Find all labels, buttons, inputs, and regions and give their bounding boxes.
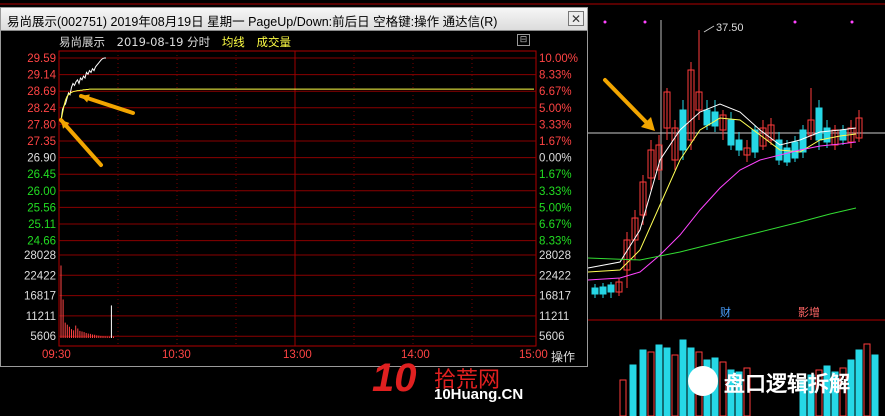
candle-body bbox=[703, 109, 711, 126]
candle-body bbox=[735, 139, 743, 151]
chart-frame bbox=[58, 50, 537, 347]
candle-body bbox=[815, 107, 823, 141]
price-tick-label: 28.24 bbox=[27, 103, 56, 115]
time-tick-label: 09:30 bbox=[42, 349, 71, 360]
price-tick-label: 28.69 bbox=[27, 86, 56, 98]
price-tick-label: 29.14 bbox=[27, 70, 56, 82]
time-tick-label: 10:30 bbox=[162, 349, 191, 360]
candle-body bbox=[591, 287, 599, 295]
candle-body bbox=[727, 119, 735, 146]
high-price-label: 37.50 bbox=[716, 22, 744, 34]
wechat-account-name: 盘口逻辑拆解 bbox=[724, 372, 850, 396]
candle-body bbox=[607, 284, 615, 293]
price-tick-label: 24.66 bbox=[27, 236, 56, 248]
candle-body bbox=[599, 286, 607, 295]
percent-tick-label: 1.67% bbox=[539, 169, 572, 181]
volume-tick-label: 16817 bbox=[24, 291, 56, 303]
average-line bbox=[60, 88, 534, 121]
volume-tick-label: 28028 bbox=[24, 250, 56, 262]
background-volume-bar bbox=[629, 364, 637, 416]
percent-tick-label: 8.33% bbox=[539, 236, 572, 248]
event-marker-dot bbox=[643, 20, 647, 24]
percent-tick-label: 1.67% bbox=[539, 136, 572, 148]
moving-average-line-4 bbox=[587, 207, 857, 261]
percent-tick-label: 0.00% bbox=[539, 153, 572, 165]
background-volume-bar bbox=[679, 339, 687, 416]
price-tick-label: 26.90 bbox=[27, 153, 56, 165]
intraday-popup-window[interactable]: 易尚展示(002751) 2019年08月19日 星期一 PageUp/Down… bbox=[0, 7, 588, 367]
wechat-icon bbox=[688, 366, 718, 396]
background-volume-bar bbox=[855, 349, 863, 416]
percent-tick-label: 10.00% bbox=[539, 53, 578, 65]
candle-body bbox=[711, 111, 719, 127]
percent-tick-label: 5.00% bbox=[539, 103, 572, 115]
percent-tick-label: 6.67% bbox=[539, 86, 572, 98]
intraday-chart[interactable]: 29.59 10.00% 29.14 8.33% 28.69 6.67% 28.24 5.00… bbox=[1, 8, 587, 360]
background-volume-bar bbox=[863, 343, 871, 416]
high-price-pointer bbox=[703, 25, 715, 33]
price-tick-label: 27.35 bbox=[27, 136, 56, 148]
percent-tick-label: 6.67% bbox=[539, 219, 572, 231]
event-marker-dot bbox=[850, 20, 854, 24]
site-logo-number: 10 bbox=[372, 356, 417, 400]
background-volume-bar bbox=[639, 349, 647, 416]
price-tick-label: 27.80 bbox=[27, 119, 56, 131]
volume-tick-label: 11211 bbox=[26, 311, 56, 323]
volume-tick-label-right: 5606 bbox=[539, 331, 565, 343]
background-volume-bar bbox=[655, 344, 663, 416]
price-tick-label: 25.11 bbox=[28, 219, 56, 231]
event-marker-dot bbox=[603, 20, 607, 24]
volume-tick-label-right: 22422 bbox=[539, 270, 571, 282]
background-volume-bar bbox=[663, 347, 671, 416]
financial-badge[interactable]: 财 bbox=[720, 304, 731, 320]
site-url: 10Huang.CN bbox=[434, 386, 524, 403]
background-volume-bar bbox=[871, 354, 879, 416]
event-marker-dot bbox=[793, 20, 797, 24]
candle-body bbox=[679, 109, 687, 151]
annotation-arrow-shaft bbox=[603, 78, 650, 126]
percent-tick-label: 3.33% bbox=[539, 186, 572, 198]
time-tick-label: 13:00 bbox=[283, 349, 312, 360]
background-volume-bar bbox=[619, 379, 627, 416]
percent-tick-label: 5.00% bbox=[539, 202, 572, 214]
price-tick-label: 25.56 bbox=[27, 202, 56, 214]
volume-tick-label-right: 16817 bbox=[539, 291, 571, 303]
operate-button[interactable]: 操作 bbox=[540, 349, 586, 366]
candle-body bbox=[823, 127, 831, 143]
volume-tick-label: 22422 bbox=[24, 270, 56, 282]
price-tick-label: 26.00 bbox=[27, 186, 56, 198]
price-tick-label: 29.59 bbox=[27, 53, 56, 65]
background-volume-bar bbox=[671, 354, 679, 416]
percent-tick-label: 8.33% bbox=[539, 70, 572, 82]
annotation-arrow-shaft bbox=[59, 118, 103, 167]
volume-tick-label: 5606 bbox=[30, 331, 56, 343]
background-volume-bar bbox=[647, 351, 655, 416]
shareholding-badge[interactable]: 影增 bbox=[798, 304, 820, 320]
annotation-arrow-shaft bbox=[79, 94, 135, 115]
percent-tick-label: 3.33% bbox=[539, 119, 572, 131]
price-tick-label: 26.45 bbox=[27, 169, 56, 181]
candle-body bbox=[791, 141, 799, 159]
volume-tick-label-right: 11211 bbox=[539, 311, 569, 323]
volume-tick-label-right: 28028 bbox=[539, 250, 571, 262]
